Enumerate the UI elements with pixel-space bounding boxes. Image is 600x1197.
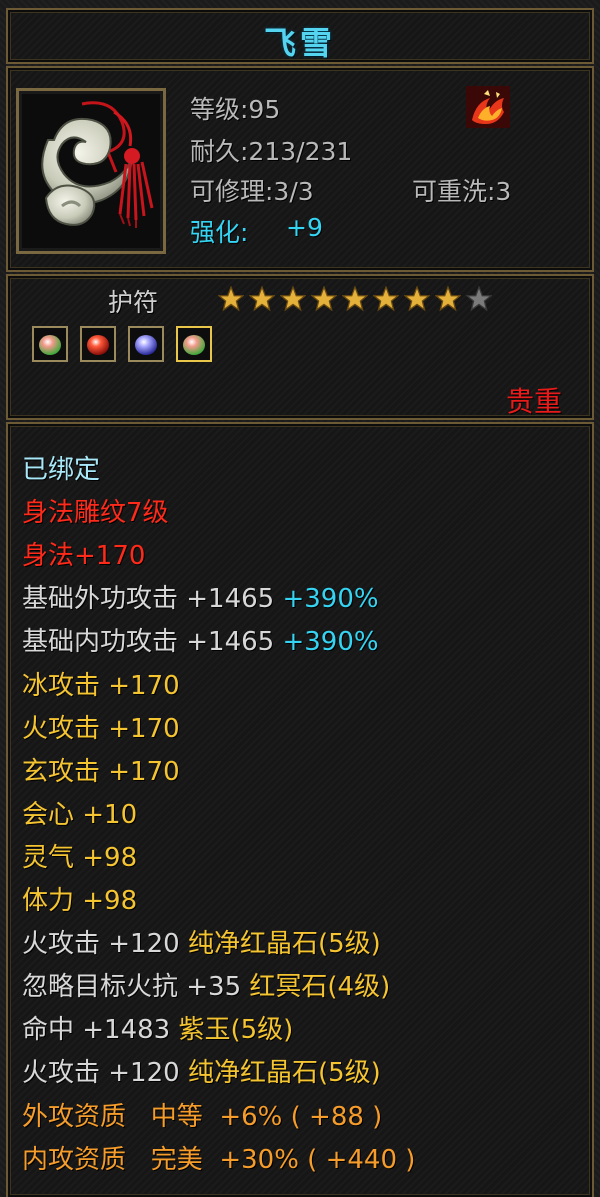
durability-stat: 耐久:213/231	[190, 137, 353, 166]
attribute-text: 纯净红晶石(5级)	[187, 1058, 381, 1088]
attribute-line: 忽略目标火抗 +35 红冥石(4级)	[22, 972, 390, 1002]
attribute-text: 忽略目标火抗 +35	[22, 972, 250, 1002]
attribute-text: 体力 +98	[22, 886, 138, 916]
item-category: 护符	[108, 288, 159, 317]
star-filled-icon	[311, 286, 337, 312]
attribute-text: 火攻击 +120	[22, 1058, 188, 1088]
attribute-line: 身法雕纹7级	[22, 498, 169, 528]
attribute-text: 身法雕纹7级	[22, 498, 169, 528]
star-filled-icon	[218, 286, 244, 312]
attribute-line: 命中 +1483 紫玉(5级)	[22, 1015, 293, 1045]
attribute-line: 火攻击 +120 纯净红晶石(5级)	[22, 1058, 381, 1088]
attribute-text: 基础内功攻击 +1465	[22, 627, 283, 657]
star-empty-icon	[466, 286, 492, 312]
item-icon-frame	[16, 88, 166, 254]
attribute-text: 基础外功攻击 +1465	[22, 584, 283, 614]
blue-gem-icon	[135, 335, 157, 355]
attribute-text: 火攻击 +170	[22, 714, 180, 744]
fire-phoenix-icon	[466, 86, 510, 128]
attribute-text: 身法+170	[22, 541, 146, 571]
attribute-text: 玄攻击 +170	[22, 757, 180, 787]
enhance-label: 强化:	[190, 218, 249, 247]
attribute-line: 已绑定	[22, 455, 100, 485]
attribute-line: 火攻击 +170	[22, 714, 180, 744]
star-filled-icon	[249, 286, 275, 312]
attribute-line: 火攻击 +120 纯净红晶石(5级)	[22, 929, 381, 959]
attribute-text: 外攻资质 中等 +6% ( +88 )	[22, 1102, 383, 1132]
star-filled-icon	[404, 286, 430, 312]
red-gem-icon	[87, 335, 109, 355]
attribute-line: 基础外功攻击 +1465 +390%	[22, 584, 379, 614]
gem-slot[interactable]	[176, 326, 212, 362]
attribute-text: 紫玉(5级)	[178, 1015, 294, 1045]
jade-pendant-icon	[22, 94, 160, 248]
gem-slot[interactable]	[80, 326, 116, 362]
attribute-text: 冰攻击 +170	[22, 671, 180, 701]
attribute-line: 体力 +98	[22, 886, 137, 916]
attribute-text: 内攻资质 完美 +30% ( +440 )	[22, 1145, 416, 1175]
star-filled-icon	[435, 286, 461, 312]
green-gem-icon	[183, 335, 205, 355]
attribute-text: +390%	[282, 627, 379, 657]
star-filled-icon	[280, 286, 306, 312]
attribute-text: +390%	[282, 584, 379, 614]
attribute-text: 已绑定	[22, 455, 101, 485]
level-stat: 等级:95	[190, 95, 281, 124]
enhance-value: +9	[286, 213, 323, 242]
attribute-line: 冰攻击 +170	[22, 671, 180, 701]
attribute-line: 会心 +10	[22, 800, 137, 830]
quality-label: 贵重	[505, 385, 562, 418]
attribute-line: 身法+170	[22, 541, 145, 571]
gem-slot[interactable]	[32, 326, 68, 362]
item-name: 飞雪	[263, 24, 336, 62]
attribute-line: 灵气 +98	[22, 843, 137, 873]
attribute-line: 外攻资质 中等 +6% ( +88 )	[22, 1102, 382, 1132]
attribute-line: 内攻资质 完美 +30% ( +440 )	[22, 1145, 415, 1175]
title-bar: 飞雪	[6, 8, 594, 64]
repair-stat: 可修理:3/3	[190, 177, 314, 206]
star-filled-icon	[342, 286, 368, 312]
green-gem-icon	[39, 335, 61, 355]
attribute-text: 命中 +1483	[22, 1015, 179, 1045]
attribute-line: 玄攻击 +170	[22, 757, 180, 787]
rewash-stat: 可重洗:3	[412, 177, 512, 206]
attribute-text: 灵气 +98	[22, 843, 138, 873]
star-filled-icon	[373, 286, 399, 312]
attribute-text: 红冥石(4级)	[249, 972, 391, 1002]
gem-slot[interactable]	[128, 326, 164, 362]
attribute-text: 火攻击 +120	[22, 929, 188, 959]
item-tooltip: 飞雪 等级:95 耐久:213/231 可修理:3/3 可重洗:3 强化: +9…	[0, 0, 600, 1197]
attribute-text: 纯净红晶石(5级)	[187, 929, 381, 959]
attribute-text: 会心 +10	[22, 800, 138, 830]
attribute-line: 基础内功攻击 +1465 +390%	[22, 627, 379, 657]
